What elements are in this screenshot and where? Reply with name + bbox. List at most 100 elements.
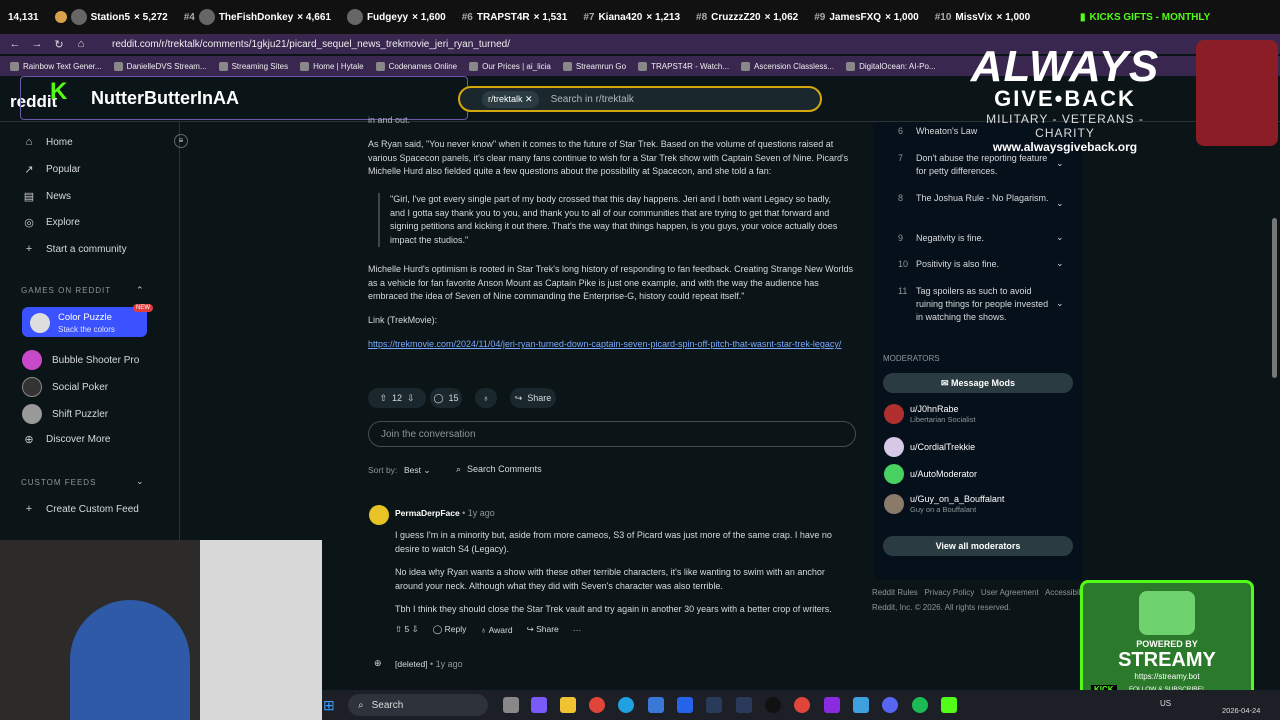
- subreddit-chip[interactable]: r/trektalk ✕: [482, 90, 539, 108]
- file-explorer-icon[interactable]: [560, 697, 576, 713]
- menu-icon[interactable]: ≡: [174, 134, 188, 148]
- chevron-down-icon[interactable]: ⌄: [1056, 298, 1064, 309]
- bookmark-item[interactable]: Home | Hytale: [300, 61, 364, 71]
- home-icon[interactable]: ⌂: [74, 38, 88, 50]
- app-icon[interactable]: [706, 697, 722, 713]
- chevron-down-icon[interactable]: ⌄: [1056, 232, 1064, 243]
- nav-explore[interactable]: ◎ Explore: [22, 216, 80, 229]
- create-custom-feed[interactable]: + Create Custom Feed: [22, 503, 139, 515]
- windows-start-icon[interactable]: ⊞: [323, 697, 339, 713]
- chevron-down-icon[interactable]: ⌄: [1056, 258, 1064, 269]
- back-icon[interactable]: ←: [8, 38, 22, 50]
- twitch-icon[interactable]: [824, 697, 840, 713]
- edge-icon[interactable]: [618, 697, 634, 713]
- upvote-icon[interactable]: ⇧: [395, 624, 402, 634]
- bookmark-item[interactable]: Streamrun Go: [562, 61, 626, 71]
- store-icon[interactable]: [648, 697, 664, 713]
- comment-input[interactable]: Join the conversation: [368, 421, 856, 447]
- moderator-item[interactable]: u/J0hnRabe Libertarian Socialist: [884, 404, 975, 424]
- award-button[interactable]: ♁ Award: [480, 625, 512, 635]
- share-label: Share: [527, 393, 552, 403]
- language-indicator[interactable]: US: [1160, 699, 1171, 708]
- app-icon[interactable]: [853, 697, 869, 713]
- comment-author[interactable]: PermaDerpFace: [395, 508, 460, 518]
- widgets-icon[interactable]: [531, 697, 547, 713]
- always-give-back-overlay: ALWAYS GIVE•BACK MILITARY - VETERANS - C…: [955, 45, 1175, 158]
- obs-icon[interactable]: [765, 697, 781, 713]
- chevron-down-icon[interactable]: ⌄: [1056, 158, 1064, 169]
- address-bar[interactable]: reddit.com/r/trektalk/comments/1gkju21/p…: [112, 39, 510, 50]
- ticker-rank: #6: [461, 11, 473, 23]
- spotify-icon[interactable]: [912, 697, 928, 713]
- chrome-icon[interactable]: [794, 697, 810, 713]
- bookmark-item[interactable]: TRAPST4R - Watch...: [638, 61, 729, 71]
- nav-discover-more[interactable]: ⊕ Discover More: [22, 433, 110, 446]
- taskbar-date[interactable]: 2026-04-24: [1222, 706, 1260, 715]
- sort-value: Best: [404, 465, 422, 475]
- app-icon[interactable]: [736, 697, 752, 713]
- scrollbar[interactable]: [1272, 218, 1277, 378]
- downvote-icon[interactable]: ⇩: [407, 393, 415, 404]
- avatar[interactable]: [369, 505, 389, 525]
- more-options-icon[interactable]: ···: [573, 625, 582, 635]
- game-social-poker[interactable]: Social Poker: [22, 377, 108, 397]
- bookmark-item[interactable]: DigitalOcean: AI-Po...: [846, 61, 936, 71]
- search-input[interactable]: r/trektalk ✕ Search in r/trektalk: [458, 86, 822, 112]
- rule-item[interactable]: 9 Negativity is fine.: [898, 232, 1068, 245]
- sort-dropdown[interactable]: Best ⌄: [404, 465, 431, 476]
- ticker-entry: #9 JamesFXQ × 1,000: [806, 12, 926, 23]
- mod-flair: Guy on a Bouffalant: [910, 505, 977, 514]
- ticker-name: JamesFXQ: [829, 11, 882, 23]
- award-button[interactable]: ♁: [475, 388, 497, 408]
- chevron-down-icon[interactable]: ⌄: [136, 476, 144, 487]
- share-button[interactable]: ↪ Share: [510, 388, 556, 408]
- game-shift-puzzler[interactable]: Shift Puzzler: [22, 404, 108, 424]
- bookmark-item[interactable]: Our Prices | ai_licia: [469, 61, 551, 71]
- chevron-down-icon[interactable]: ⌄: [1056, 198, 1064, 209]
- downvote-icon[interactable]: ⇩: [412, 624, 419, 634]
- custom-feeds-title[interactable]: CUSTOM FEEDS: [21, 478, 96, 487]
- nav-popular[interactable]: ↗ Popular: [22, 163, 80, 176]
- kick-icon[interactable]: [941, 697, 957, 713]
- reload-icon[interactable]: ↻: [52, 38, 66, 51]
- forward-icon[interactable]: →: [30, 38, 44, 50]
- reddit-footer: Reddit Rules Privacy Policy User Agreeme…: [872, 588, 1089, 612]
- post-link[interactable]: https://trekmovie.com/2024/11/04/jeri-ry…: [368, 338, 848, 352]
- ticker-name: CruzzzZ20: [711, 11, 761, 23]
- chrome-icon[interactable]: [589, 697, 605, 713]
- rule-item[interactable]: 10 Positivity is also fine.: [898, 258, 1068, 271]
- bookmark-item[interactable]: Ascension Classless...: [741, 61, 834, 71]
- bookmark-item[interactable]: Rainbow Text Gener...: [10, 61, 102, 71]
- taskbar-search[interactable]: ⌕ Search: [348, 694, 488, 716]
- bookmark-label: Rainbow Text Gener...: [23, 61, 102, 71]
- reply-button[interactable]: ◯ Reply: [433, 624, 467, 635]
- moderator-item[interactable]: u/CordialTrekkie: [884, 437, 975, 457]
- game-bubble-shooter[interactable]: Bubble Shooter Pro: [22, 350, 139, 370]
- bookmark-icon: [741, 61, 751, 71]
- nav-home[interactable]: ⌂ Home: [22, 136, 73, 148]
- chevron-up-icon[interactable]: ⌃: [136, 285, 144, 296]
- nav-news[interactable]: ▤ News: [22, 190, 71, 203]
- nav-start-community[interactable]: + Start a community: [22, 243, 127, 255]
- rule-item[interactable]: 8 The Joshua Rule - No Plagarism.: [898, 192, 1068, 205]
- app-icon[interactable]: [677, 697, 693, 713]
- moderator-item[interactable]: u/Guy_on_a_Bouffalant Guy on a Bouffalant: [884, 494, 1004, 514]
- search-comments-button[interactable]: ⌕ Search Comments: [448, 459, 560, 479]
- expand-icon[interactable]: ⊕: [374, 658, 382, 669]
- upvote-icon[interactable]: ⇧: [379, 393, 387, 404]
- discord-icon[interactable]: [882, 697, 898, 713]
- comments-button[interactable]: ◯ 15: [430, 388, 462, 408]
- games-section-title[interactable]: GAMES ON REDDIT: [21, 286, 111, 295]
- share-button[interactable]: ↪ Share: [527, 624, 559, 635]
- bookmark-item[interactable]: Codenames Online: [375, 61, 457, 71]
- nav-label: Explore: [46, 217, 80, 228]
- view-all-moderators-button[interactable]: View all moderators: [883, 536, 1073, 556]
- message-mods-button[interactable]: ✉ Message Mods: [883, 373, 1073, 393]
- task-view-icon[interactable]: [503, 697, 519, 713]
- bookmark-item[interactable]: Streaming Sites: [218, 61, 288, 71]
- rule-item[interactable]: 11 Tag spoilers as such to avoid ruining …: [898, 285, 1068, 324]
- moderator-item[interactable]: u/AutoModerator: [884, 464, 977, 484]
- bookmark-item[interactable]: DanielleDVS Stream...: [113, 61, 207, 71]
- soldier-mascot-icon: [1196, 40, 1278, 146]
- footer-links[interactable]: Reddit Rules Privacy Policy User Agreeme…: [872, 588, 1089, 597]
